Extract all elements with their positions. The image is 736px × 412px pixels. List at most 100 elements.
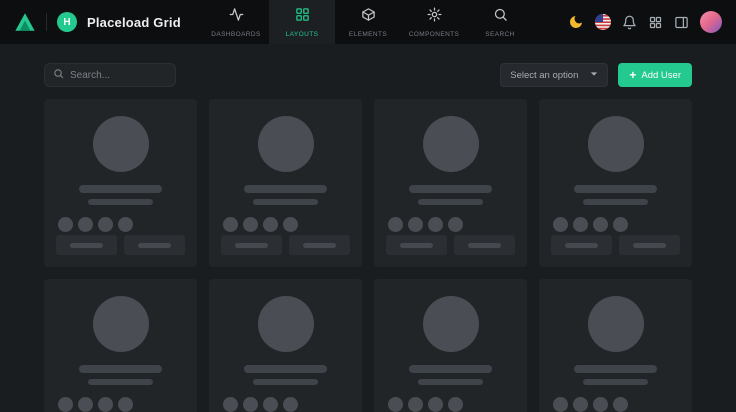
button-line-placeholder bbox=[400, 243, 434, 248]
placeholder-card bbox=[209, 99, 362, 267]
dot-placeholder bbox=[223, 217, 238, 232]
text-line-placeholder bbox=[409, 185, 492, 193]
dot-placeholder bbox=[408, 217, 423, 232]
text-line-placeholder bbox=[583, 379, 648, 385]
dot-placeholder bbox=[593, 217, 608, 232]
navbar-left: H Placeload Grid bbox=[14, 11, 181, 33]
navbar-right bbox=[568, 11, 722, 33]
text-line-placeholder bbox=[244, 185, 327, 193]
button-placeholder bbox=[289, 235, 350, 255]
search-icon bbox=[53, 66, 64, 84]
search-icon bbox=[493, 7, 508, 27]
dot-placeholder bbox=[408, 397, 423, 412]
project-badge: H bbox=[57, 12, 77, 32]
dot-placeholder bbox=[573, 217, 588, 232]
brand-logo-icon[interactable] bbox=[14, 11, 36, 33]
user-avatar[interactable] bbox=[700, 11, 722, 33]
dots-placeholder-row bbox=[386, 397, 463, 412]
option-select[interactable]: Select an option bbox=[500, 63, 608, 87]
text-line-placeholder bbox=[253, 199, 318, 205]
nav-item-layouts[interactable]: LAYOUTS bbox=[269, 0, 335, 44]
dot-placeholder bbox=[283, 217, 298, 232]
add-user-label: Add User bbox=[641, 70, 681, 81]
nav-item-dashboards[interactable]: DASHBOARDS bbox=[203, 0, 269, 44]
dots-placeholder-row bbox=[56, 217, 133, 232]
search-input[interactable] bbox=[70, 70, 167, 81]
dot-placeholder bbox=[428, 217, 443, 232]
text-line-placeholder bbox=[418, 199, 483, 205]
text-line-placeholder bbox=[574, 365, 657, 373]
dot-placeholder bbox=[223, 397, 238, 412]
box-icon bbox=[361, 7, 376, 27]
button-placeholder bbox=[56, 235, 117, 255]
dot-placeholder bbox=[58, 217, 73, 232]
placeholder-card bbox=[539, 279, 692, 412]
moon-icon[interactable] bbox=[568, 14, 584, 30]
nav-item-label: SEARCH bbox=[485, 31, 515, 38]
placeholder-card bbox=[374, 99, 527, 267]
button-line-placeholder bbox=[565, 243, 599, 248]
avatar-placeholder bbox=[258, 116, 314, 172]
page-title: Placeload Grid bbox=[87, 15, 181, 30]
content-area: Select an option + Add User bbox=[0, 63, 736, 412]
text-line-placeholder bbox=[79, 185, 162, 193]
buttons-placeholder-row bbox=[551, 235, 680, 255]
add-user-button[interactable]: + Add User bbox=[618, 63, 692, 87]
dots-placeholder-row bbox=[221, 217, 298, 232]
dot-placeholder bbox=[98, 397, 113, 412]
text-line-placeholder bbox=[574, 185, 657, 193]
text-line-placeholder bbox=[409, 365, 492, 373]
nav-item-components[interactable]: COMPONENTS bbox=[401, 0, 467, 44]
dot-placeholder bbox=[448, 217, 463, 232]
bell-icon[interactable] bbox=[622, 15, 637, 30]
dot-placeholder bbox=[78, 217, 93, 232]
button-line-placeholder bbox=[138, 243, 172, 248]
avatar-placeholder bbox=[423, 296, 479, 352]
dot-placeholder bbox=[243, 217, 258, 232]
layout-grid-icon bbox=[295, 7, 310, 27]
us-flag-icon[interactable] bbox=[595, 14, 611, 30]
nav-item-label: LAYOUTS bbox=[286, 31, 319, 38]
avatar-placeholder bbox=[588, 296, 644, 352]
navbar: H Placeload Grid DASHBOARDS LAYOUTS ELEM… bbox=[0, 0, 736, 44]
dot-placeholder bbox=[573, 397, 588, 412]
button-line-placeholder bbox=[70, 243, 104, 248]
cards-grid bbox=[44, 99, 692, 412]
dots-placeholder-row bbox=[221, 397, 298, 412]
buttons-placeholder-row bbox=[221, 235, 350, 255]
chevron-down-icon bbox=[590, 70, 598, 81]
dot-placeholder bbox=[263, 397, 278, 412]
panel-toggle-icon[interactable] bbox=[674, 15, 689, 30]
avatar-placeholder bbox=[93, 116, 149, 172]
divider bbox=[46, 13, 47, 31]
dot-placeholder bbox=[553, 217, 568, 232]
dot-placeholder bbox=[58, 397, 73, 412]
dot-placeholder bbox=[613, 217, 628, 232]
button-placeholder bbox=[619, 235, 680, 255]
dot-placeholder bbox=[428, 397, 443, 412]
dots-placeholder-row bbox=[386, 217, 463, 232]
dot-placeholder bbox=[98, 217, 113, 232]
avatar-placeholder bbox=[423, 116, 479, 172]
avatar-placeholder bbox=[93, 296, 149, 352]
nav-item-search[interactable]: SEARCH bbox=[467, 0, 533, 44]
main-nav: DASHBOARDS LAYOUTS ELEMENTS COMPONENTS S… bbox=[203, 0, 533, 44]
text-line-placeholder bbox=[253, 379, 318, 385]
avatar-placeholder bbox=[258, 296, 314, 352]
nav-item-elements[interactable]: ELEMENTS bbox=[335, 0, 401, 44]
button-placeholder bbox=[221, 235, 282, 255]
button-line-placeholder bbox=[633, 243, 667, 248]
button-placeholder bbox=[386, 235, 447, 255]
text-line-placeholder bbox=[583, 199, 648, 205]
buttons-placeholder-row bbox=[56, 235, 185, 255]
placeholder-card bbox=[44, 99, 197, 267]
dot-placeholder bbox=[78, 397, 93, 412]
button-line-placeholder bbox=[468, 243, 502, 248]
toolbar-right: Select an option + Add User bbox=[500, 63, 692, 87]
text-line-placeholder bbox=[88, 199, 153, 205]
search-box bbox=[44, 63, 176, 87]
dot-placeholder bbox=[613, 397, 628, 412]
apps-grid-icon[interactable] bbox=[648, 15, 663, 30]
avatar-placeholder bbox=[588, 116, 644, 172]
dots-placeholder-row bbox=[56, 397, 133, 412]
